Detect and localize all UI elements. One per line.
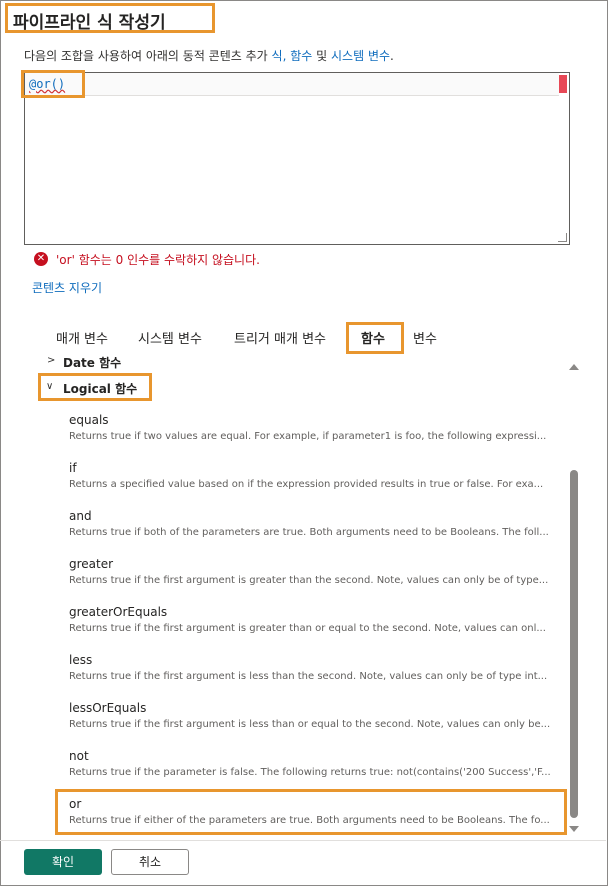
category-logical[interactable]: Logical 함수 xyxy=(63,380,137,397)
editor-current-line xyxy=(25,73,559,96)
error-marker xyxy=(559,75,567,93)
link-functions[interactable]: 함수 xyxy=(290,49,312,63)
tab-highlight xyxy=(346,322,404,354)
function-description: Returns true if two values are equal. Fo… xyxy=(69,431,547,442)
function-name[interactable]: and xyxy=(69,509,92,523)
error-icon: ✕ xyxy=(34,252,48,266)
chevron-down-icon[interactable]: ∨ xyxy=(46,381,53,392)
function-description: Returns true if the first argument is gr… xyxy=(69,575,549,586)
chevron-right-icon[interactable]: > xyxy=(47,355,55,366)
ok-button[interactable]: 확인 xyxy=(24,849,102,875)
function-description: Returns a specified value based on if th… xyxy=(69,479,544,490)
clear-content-link[interactable]: 콘텐츠 지우기 xyxy=(32,279,102,296)
scrollbar-thumb[interactable] xyxy=(570,470,578,818)
function-name[interactable]: greaterOrEquals xyxy=(69,605,167,619)
expression-editor[interactable]: @or() xyxy=(24,72,570,245)
function-name[interactable]: not xyxy=(69,749,89,763)
function-name[interactable]: equals xyxy=(69,413,109,427)
function-description: Returns true if both of the parameters a… xyxy=(69,527,549,538)
category-date[interactable]: Date 함수 xyxy=(63,354,121,371)
function-description: Returns true if the parameter is false. … xyxy=(69,767,551,778)
link-expression[interactable]: 식, xyxy=(272,49,287,63)
description-prefix: 다음의 조합을 사용하여 아래의 동적 콘텐츠 추가 xyxy=(24,49,268,63)
function-name[interactable]: less xyxy=(69,653,92,667)
description-suffix: . xyxy=(390,49,394,63)
function-description: Returns true if the first argument is le… xyxy=(69,671,548,682)
footer-divider xyxy=(0,840,606,841)
link-system-variables[interactable]: 시스템 변수 xyxy=(331,49,390,63)
scroll-down-icon[interactable] xyxy=(569,826,579,832)
function-description: Returns true if the first argument is gr… xyxy=(69,623,546,634)
tab-variables[interactable]: 변수 xyxy=(413,328,437,347)
resize-grip-icon[interactable] xyxy=(558,233,567,242)
function-name[interactable]: lessOrEquals xyxy=(69,701,146,715)
scroll-up-icon[interactable] xyxy=(569,364,579,370)
dialog-title: 파이프라인 식 작성기 xyxy=(13,13,166,33)
error-message: 'or' 함수는 0 인수를 수락하지 않습니다. xyxy=(56,253,260,267)
cancel-button[interactable]: 취소 xyxy=(111,849,189,875)
tab-parameters[interactable]: 매개 변수 xyxy=(56,328,108,347)
function-name[interactable]: greater xyxy=(69,557,113,571)
or-highlight xyxy=(55,789,567,835)
function-name[interactable]: if xyxy=(69,461,77,475)
function-description: Returns true if the first argument is le… xyxy=(69,719,551,730)
tab-trigger-parameters[interactable]: 트리거 매개 변수 xyxy=(234,328,326,347)
code-highlight xyxy=(21,70,85,98)
tab-system-variables[interactable]: 시스템 변수 xyxy=(138,328,202,347)
description-middle: 및 xyxy=(316,49,328,63)
description: 다음의 조합을 사용하여 아래의 동적 콘텐츠 추가 식, 함수 및 시스템 변… xyxy=(24,47,394,64)
